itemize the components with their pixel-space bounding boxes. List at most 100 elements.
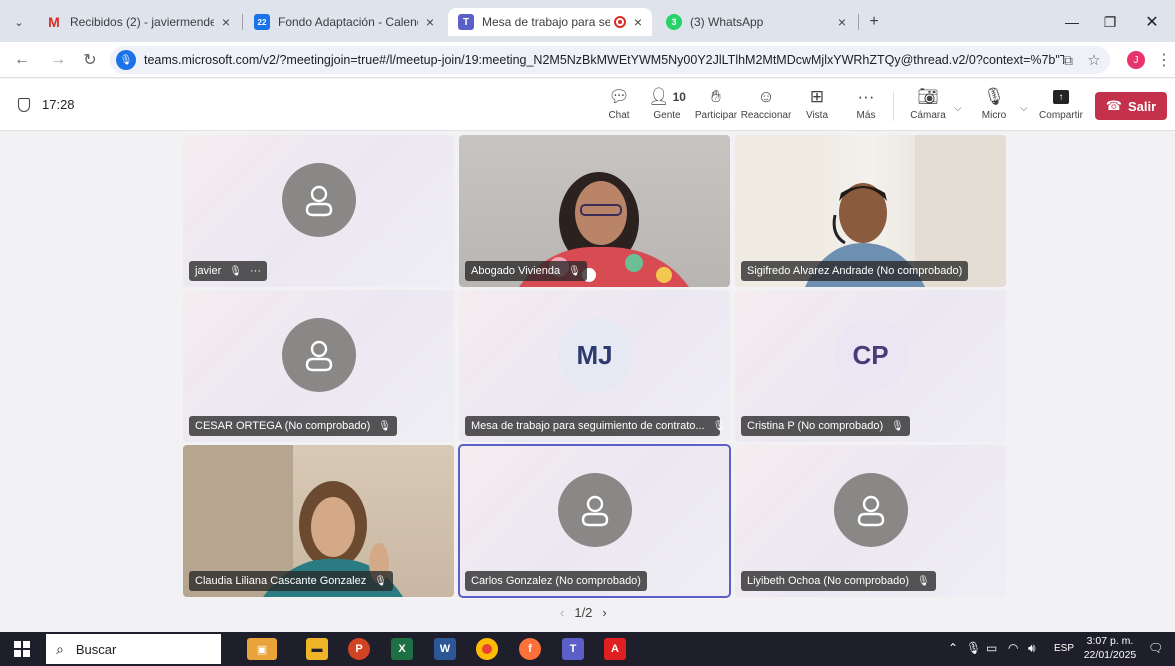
leave-label: Salir <box>1128 98 1157 114</box>
participant-gallery: javier 🎙︎ ··· Abogado Vivienda 🎙︎ Sigifr… <box>0 131 1175 632</box>
minimize-icon[interactable]: — <box>1052 8 1092 36</box>
bookmark-star-icon[interactable]: ☆ <box>1082 48 1106 72</box>
participant-nametag: Carlos Gonzalez (No comprobado) <box>465 571 647 591</box>
windows-start-icon[interactable] <box>14 641 30 657</box>
restore-icon[interactable]: ❐ <box>1090 8 1130 36</box>
initials-avatar: CP <box>833 318 908 392</box>
view-button[interactable]: ⊞ Vista <box>789 85 845 127</box>
mic-muted-icon: 🎙︎ <box>891 420 904 432</box>
user-avatar-icon <box>557 473 632 547</box>
tab-title: Mesa de trabajo para segui <box>482 15 610 29</box>
teams-taskbar-icon[interactable]: T <box>562 638 584 660</box>
forward-icon[interactable]: → <box>46 48 70 72</box>
word-icon[interactable]: W <box>434 638 456 660</box>
participant-name: Abogado Vivienda <box>471 265 561 277</box>
address-bar[interactable]: 🎙 teams.microsoft.com/v2/?meetingjoin=tr… <box>110 46 1110 74</box>
tray-battery-icon[interactable]: ▭ <box>986 641 997 655</box>
teams-icon: T <box>458 14 474 30</box>
raise-hand-button[interactable]: ✋︎ Participar <box>688 85 744 127</box>
window-close-icon[interactable]: ✕ <box>1132 8 1172 36</box>
excel-icon[interactable]: X <box>391 638 413 660</box>
acrobat-icon[interactable]: A <box>604 638 626 660</box>
smiley-icon: ☺ <box>757 87 775 106</box>
participant-name: Carlos Gonzalez (No comprobado) <box>471 575 641 587</box>
participant-tile[interactable]: CESAR ORTEGA (No comprobado) 🎙︎ <box>183 290 454 442</box>
mic-muted-icon: 🎙︎ <box>378 420 391 432</box>
windows-taskbar: ⌕ Buscar ▣ ▬ P X W f T A ⌃ 🎙︎ ▭ ◠ 🔊︎ ESP… <box>0 632 1175 666</box>
people-button[interactable]: 👤︎ 10 Gente <box>639 85 695 127</box>
briefcase-app-icon[interactable]: ▣ <box>247 638 277 660</box>
chrome-icon[interactable] <box>476 638 498 660</box>
more-button[interactable]: ··· Más <box>838 85 894 127</box>
share-label: Compartir <box>1039 110 1083 121</box>
react-button[interactable]: ☺ Reaccionar <box>738 85 794 127</box>
participant-tile[interactable]: CP Cristina P (No comprobado) 🎙︎ <box>735 290 1006 442</box>
tray-wifi-icon[interactable]: ◠ <box>1008 641 1018 655</box>
tray-language[interactable]: ESP <box>1054 643 1074 654</box>
participant-name: Sigifredo Alvarez Andrade (No comprobado… <box>747 265 963 277</box>
tab-search-button[interactable]: ⌄ <box>8 8 30 36</box>
mic-permission-icon[interactable]: 🎙 <box>116 50 136 70</box>
clock-date: 22/01/2025 <box>1083 649 1137 661</box>
url-text[interactable]: teams.microsoft.com/v2/?meetingjoin=true… <box>144 53 1064 67</box>
new-tab-button[interactable]: + <box>862 8 886 36</box>
next-page-icon[interactable]: › <box>602 605 606 620</box>
more-label: Más <box>856 110 876 121</box>
chrome-menu-icon[interactable]: ⋮ <box>1152 48 1175 72</box>
close-icon[interactable]: × <box>222 14 230 30</box>
camera-off-icon: 📷︎ <box>917 87 939 106</box>
profile-initial: J <box>1127 51 1145 69</box>
camera-options-chevron-icon[interactable]: ⌵ <box>954 103 962 114</box>
tab-whatsapp[interactable]: 3 (3) WhatsApp × <box>656 8 856 36</box>
participant-tile[interactable]: Sigifredo Alvarez Andrade (No comprobado… <box>735 135 1006 287</box>
meeting-timer: 17:28 <box>18 97 75 112</box>
participant-nametag: CESAR ORTEGA (No comprobado) 🎙︎ <box>189 416 397 436</box>
tray-volume-icon[interactable]: 🔊︎ <box>1028 641 1036 656</box>
tab-gmail[interactable]: M Recibidos (2) - javiermendez@f × <box>36 8 240 36</box>
leave-button[interactable]: ☎ Salir <box>1095 92 1167 120</box>
tab-calendar[interactable]: 22 Fondo Adaptación - Calendar - × <box>244 8 444 36</box>
tab-title: (3) WhatsApp <box>690 15 764 29</box>
tray-chevron-up-icon[interactable]: ⌃ <box>948 641 958 655</box>
people-icon: 👤︎ <box>648 87 670 106</box>
mic-muted-icon: 🎙︎ <box>568 265 581 277</box>
file-explorer-icon[interactable]: ▬ <box>306 638 328 660</box>
share-icon: ↑ <box>1053 90 1069 104</box>
tab-title: Fondo Adaptación - Calendar - <box>278 15 418 29</box>
participant-tile[interactable]: Claudia Liliana Cascante Gonzalez 🎙︎ <box>183 445 454 597</box>
cast-icon[interactable]: ⧉ <box>1056 48 1080 72</box>
participant-tile[interactable]: MJ Mesa de trabajo para seguimiento de c… <box>459 290 730 442</box>
participant-name: Claudia Liliana Cascante Gonzalez <box>195 575 367 587</box>
taskbar-search-box[interactable]: ⌕ Buscar <box>46 634 221 664</box>
profile-avatar[interactable]: J <box>1124 48 1148 72</box>
participant-tile[interactable]: javier 🎙︎ ··· <box>183 135 454 287</box>
close-icon[interactable]: × <box>838 14 846 30</box>
people-count: 10 <box>672 90 686 104</box>
participant-tile-selected[interactable]: Carlos Gonzalez (No comprobado) <box>458 444 731 598</box>
participant-tile[interactable]: Liyibeth Ochoa (No comprobado) 🎙︎ <box>735 445 1006 597</box>
share-button[interactable]: ↑ Compartir <box>1033 85 1089 127</box>
participant-name: javier <box>195 265 222 277</box>
react-label: Reaccionar <box>740 110 792 121</box>
mic-button[interactable]: 🎙︎ Micro <box>966 85 1022 127</box>
page-indicator: 1/2 <box>574 605 593 620</box>
tab-separator <box>242 14 243 30</box>
notification-icon[interactable]: 🗨︎ <box>1148 641 1163 655</box>
camera-button[interactable]: 📷︎ Cámara <box>900 85 956 127</box>
participant-nametag: Mesa de trabajo para seguimiento de cont… <box>465 416 725 436</box>
reload-icon[interactable]: ↻ <box>78 48 102 72</box>
previous-page-icon[interactable]: ‹ <box>560 605 564 620</box>
chevron-down-icon: ⌄ <box>14 16 24 29</box>
tab-teams-meeting[interactable]: T Mesa de trabajo para segui × <box>448 8 652 36</box>
close-icon[interactable]: × <box>634 14 642 30</box>
firefox-icon[interactable]: f <box>519 638 541 660</box>
tray-mic-icon[interactable]: 🎙︎ <box>966 641 981 655</box>
mic-options-chevron-icon[interactable]: ⌵ <box>1020 103 1028 114</box>
grid-view-icon: ⊞ <box>809 87 825 106</box>
participant-tile[interactable]: Abogado Vivienda 🎙︎ <box>459 135 730 287</box>
close-icon[interactable]: × <box>426 14 434 30</box>
powerpoint-icon[interactable]: P <box>348 638 370 660</box>
back-icon[interactable]: ← <box>10 48 34 72</box>
participant-more-icon[interactable]: ··· <box>250 265 261 277</box>
taskbar-clock[interactable]: 3:07 p. m. 22/01/2025 <box>1080 634 1140 662</box>
